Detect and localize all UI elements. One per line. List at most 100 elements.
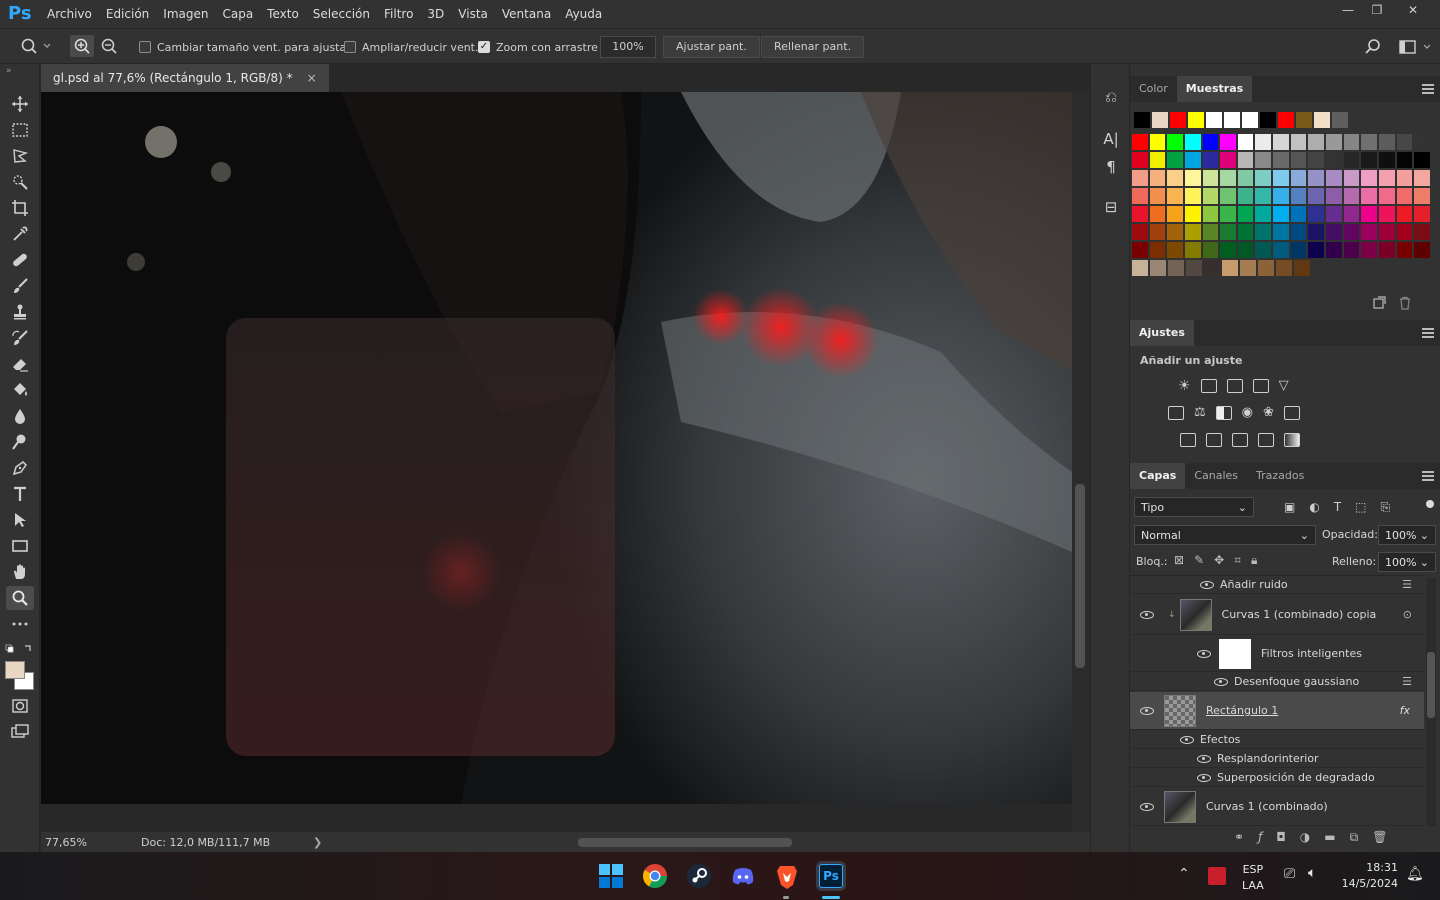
eye-icon[interactable] xyxy=(1180,735,1194,744)
tab-swatches[interactable]: Muestras xyxy=(1176,76,1253,102)
color-swatch[interactable] xyxy=(1343,242,1360,258)
color-swatch[interactable] xyxy=(1361,206,1377,222)
color-swatch[interactable] xyxy=(1273,170,1289,186)
paragraph-panel-icon[interactable]: ¶ xyxy=(1100,156,1122,178)
blur-tool[interactable] xyxy=(6,404,34,428)
color-swatch[interactable] xyxy=(1308,170,1325,186)
zoom-tool-preset[interactable] xyxy=(20,37,51,58)
menu-seleccion[interactable]: Selección xyxy=(306,0,377,28)
foreground-color-swatch[interactable] xyxy=(5,661,25,679)
color-swatch[interactable] xyxy=(1255,242,1272,258)
show-hidden-icons-chevron[interactable]: ⌃ xyxy=(1178,866,1190,882)
color-swatch[interactable] xyxy=(1308,152,1325,168)
blend-mode-select[interactable]: Normal ⌄ xyxy=(1134,525,1316,545)
history-brush-tool[interactable] xyxy=(6,326,34,350)
menu-archivo[interactable]: Archivo xyxy=(40,0,99,28)
notifications-icon[interactable]: 🔔︎ xyxy=(1406,866,1424,882)
color-swatch[interactable] xyxy=(1290,188,1307,204)
quick-mask-button[interactable] xyxy=(6,694,34,718)
color-swatch[interactable] xyxy=(1202,224,1219,240)
color-swatch[interactable] xyxy=(1184,206,1201,222)
color-swatch[interactable] xyxy=(1308,224,1325,240)
color-lookup-icon[interactable] xyxy=(1283,406,1300,420)
layer-filter-gaussian-blur[interactable]: Desenfoque gaussiano ☰ xyxy=(1130,673,1424,691)
brightness-icon[interactable]: ☀ xyxy=(1178,379,1191,393)
color-swatch[interactable] xyxy=(1132,260,1148,276)
smart-object-filter-icon[interactable]: ⎘ xyxy=(1381,500,1391,515)
color-swatch[interactable] xyxy=(1361,224,1377,240)
recent-swatch[interactable] xyxy=(1206,112,1222,128)
recent-swatch[interactable] xyxy=(1188,112,1204,128)
color-swatch[interactable] xyxy=(1414,134,1430,150)
color-swatch[interactable] xyxy=(1237,134,1254,150)
color-swatch[interactable] xyxy=(1167,242,1183,258)
recent-swatch[interactable] xyxy=(1296,112,1312,128)
color-swatch[interactable] xyxy=(1132,224,1148,240)
color-swatch[interactable] xyxy=(1273,224,1289,240)
color-swatch[interactable] xyxy=(1273,206,1289,222)
hue-saturation-icon[interactable] xyxy=(1168,406,1184,420)
eye-icon[interactable] xyxy=(1197,773,1211,782)
color-swatch[interactable] xyxy=(1378,188,1395,204)
color-swatch[interactable] xyxy=(1220,206,1236,222)
photo-filter-icon[interactable]: ◉ xyxy=(1242,406,1253,420)
color-swatch[interactable] xyxy=(1396,242,1413,258)
color-swatch[interactable] xyxy=(1149,188,1166,204)
close-button[interactable]: ✕ xyxy=(1396,0,1430,22)
color-swatch[interactable] xyxy=(1273,134,1289,150)
color-swatch[interactable] xyxy=(1396,170,1413,186)
menu-capa[interactable]: Capa xyxy=(215,0,260,28)
eye-icon[interactable] xyxy=(1214,677,1228,686)
taskbar-brave[interactable] xyxy=(772,861,802,891)
menu-ayuda[interactable]: Ayuda xyxy=(558,0,609,28)
color-swatch[interactable] xyxy=(1202,170,1219,186)
color-swatch[interactable] xyxy=(1326,170,1342,186)
paint-bucket-tool[interactable] xyxy=(6,378,34,402)
menu-vista[interactable]: Vista xyxy=(451,0,495,28)
opacity-field[interactable]: 100% ⌄ xyxy=(1378,525,1436,545)
layers-scrollbar[interactable] xyxy=(1426,578,1436,826)
color-swatch[interactable] xyxy=(1326,134,1342,150)
eyedropper-tool[interactable] xyxy=(6,222,34,246)
horizontal-scroll-thumb[interactable] xyxy=(578,838,792,847)
color-swatch[interactable] xyxy=(1326,242,1342,258)
threshold-icon[interactable] xyxy=(1232,433,1248,447)
type-filter-icon[interactable]: T xyxy=(1334,500,1341,515)
tab-layers[interactable]: Capas xyxy=(1130,463,1186,489)
color-swatch[interactable] xyxy=(1240,260,1256,276)
adjustment-filter-icon[interactable]: ◐ xyxy=(1309,500,1319,515)
color-swatch[interactable] xyxy=(1167,188,1183,204)
recent-swatch[interactable] xyxy=(1332,112,1348,128)
tab-channels[interactable]: Canales xyxy=(1185,463,1247,489)
zoom-in-mode[interactable] xyxy=(70,35,94,57)
restore-button[interactable]: ❐ xyxy=(1360,0,1394,22)
filter-toggle[interactable] xyxy=(1426,500,1434,508)
color-swatch[interactable] xyxy=(1290,170,1307,186)
color-swatch[interactable] xyxy=(1378,134,1395,150)
color-swatch[interactable] xyxy=(1255,152,1272,168)
color-swatch[interactable] xyxy=(1149,170,1166,186)
rectangle-tool[interactable] xyxy=(6,534,34,558)
healing-brush-tool[interactable] xyxy=(6,248,34,272)
search-button[interactable] xyxy=(1364,38,1382,59)
color-swatch[interactable] xyxy=(1167,206,1183,222)
layer-filter-select[interactable]: Tipo ⌄ xyxy=(1134,497,1254,517)
eraser-tool[interactable] xyxy=(6,352,34,376)
history-panel-icon[interactable]: ⎌ xyxy=(1100,86,1122,108)
color-swatch[interactable] xyxy=(1290,134,1307,150)
color-swatch[interactable] xyxy=(1378,224,1395,240)
character-panel-icon[interactable]: A| xyxy=(1100,128,1122,150)
zoom-level-readout[interactable]: 77,65% xyxy=(45,836,115,849)
recent-swatch[interactable] xyxy=(1224,112,1240,128)
color-swatch[interactable] xyxy=(1220,134,1236,150)
recent-swatch[interactable] xyxy=(1170,112,1186,128)
color-swatch[interactable] xyxy=(1167,152,1183,168)
color-swatch[interactable] xyxy=(1167,170,1183,186)
color-swatch[interactable] xyxy=(1237,152,1254,168)
color-swatch[interactable] xyxy=(1167,224,1183,240)
path-select-tool[interactable] xyxy=(6,508,34,532)
resize-window-option[interactable]: Cambiar tamaño vent. para ajustar xyxy=(139,36,351,58)
menu-3d[interactable]: 3D xyxy=(420,0,451,28)
channel-mixer-icon[interactable]: ❀ xyxy=(1263,406,1274,420)
layer-curves-copy[interactable]: ↓ Curvas 1 (combinado) copia ⊙ xyxy=(1130,595,1424,635)
